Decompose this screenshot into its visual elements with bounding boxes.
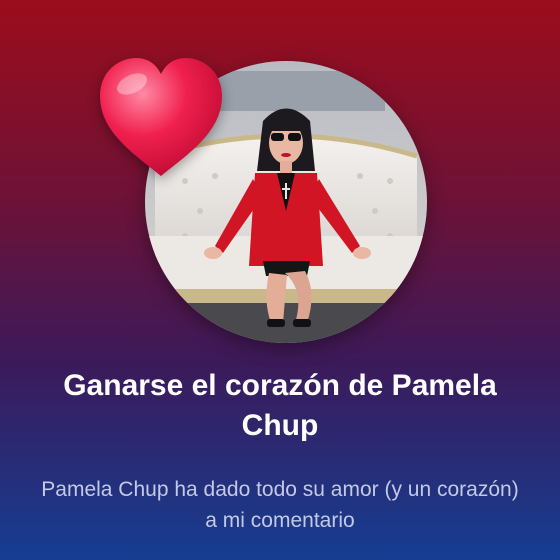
heart-icon xyxy=(94,54,228,182)
achievement-description: Pamela Chup ha dado todo su amor (y un c… xyxy=(41,478,519,532)
achievement-card: Ganarse el corazón de Pamela Chup Pamela… xyxy=(0,0,560,560)
achievement-title: Ganarse el corazón de Pamela Chup xyxy=(63,369,497,442)
